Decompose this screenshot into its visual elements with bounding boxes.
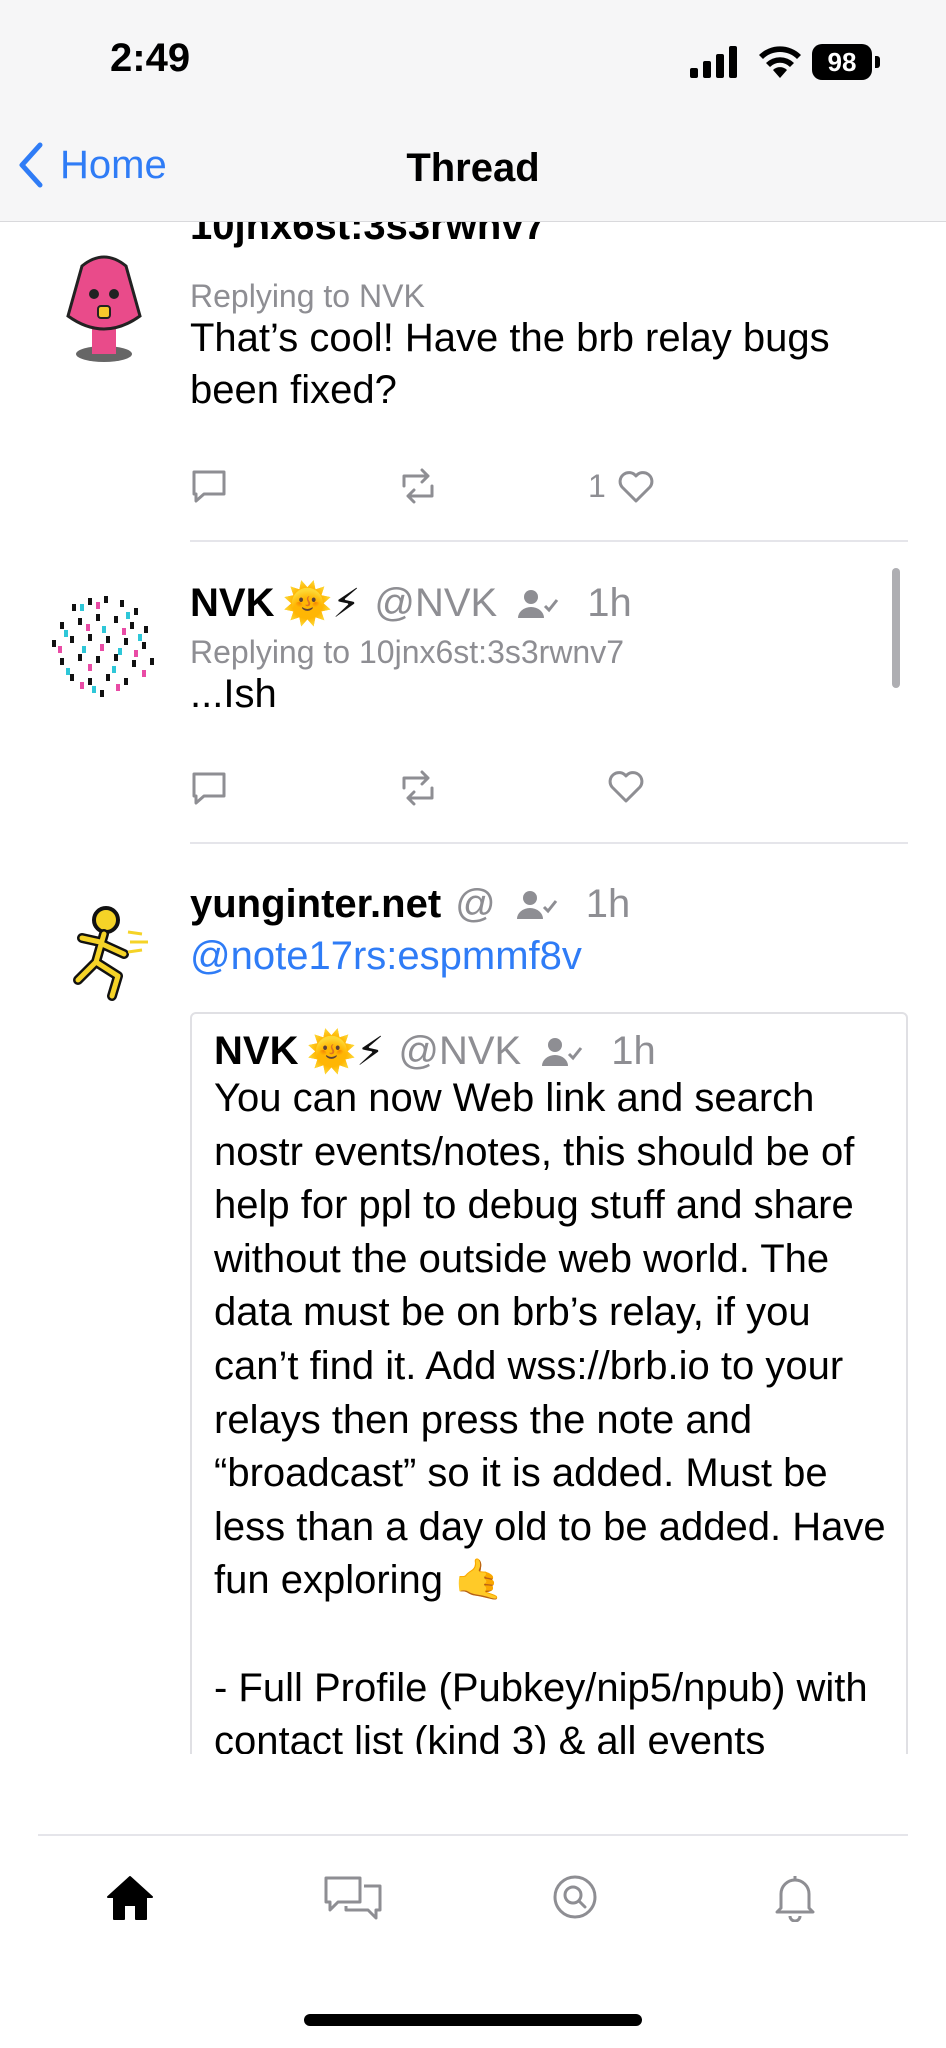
quoted-author-emojis: 🌞⚡: [306, 1030, 385, 1074]
home-icon: [107, 1876, 153, 1920]
quoted-post-age: 1h: [611, 1029, 656, 1073]
note-mention-link[interactable]: @note17rs:espmmf8v: [190, 934, 582, 979]
author-emojis: 🌞⚡: [282, 582, 361, 626]
quoted-note-text: You can now Web link and search nostr ev…: [214, 1076, 886, 1754]
tab-search[interactable]: [540, 1862, 610, 1932]
notifications-icon: [775, 1876, 815, 1922]
quoted-author-name[interactable]: NVK: [214, 1029, 298, 1074]
home-indicator[interactable]: [304, 2014, 642, 2026]
author-name[interactable]: NVK: [190, 581, 274, 626]
author-name[interactable]: yunginter.net: [190, 882, 441, 927]
reply-button[interactable]: [190, 770, 228, 806]
status-time: 2:49: [110, 36, 191, 80]
messages-icon: [324, 1876, 382, 1920]
follows-you-icon: [518, 589, 559, 618]
thread-list[interactable]: 10jnx6st:3s3rwnv7 Replying to NVK That’s…: [0, 222, 946, 1754]
reply-button[interactable]: [190, 468, 228, 504]
quoted-note[interactable]: NVK 🌞⚡ @NVK 1h You can now Web link and …: [190, 1012, 908, 1754]
divider: [190, 540, 908, 542]
author-handle[interactable]: @NVK: [374, 581, 497, 626]
post-age: 1h: [585, 882, 631, 926]
divider: [190, 842, 908, 844]
repost-button[interactable]: [398, 770, 438, 806]
post-header: 10jnx6st:3s3rwnv7: [190, 222, 546, 249]
tab-messages[interactable]: [318, 1862, 388, 1932]
post-text: ...Ish: [190, 672, 277, 716]
follows-you-icon: [542, 1037, 583, 1066]
wifi-icon: [759, 46, 801, 78]
post-actions: [190, 770, 910, 814]
reply-icon: [192, 470, 226, 503]
quoted-note-header: NVK 🌞⚡ @NVK 1h: [214, 1028, 656, 1075]
reply-icon: [192, 772, 226, 805]
page-title: Thread: [406, 146, 540, 190]
scroll-indicator[interactable]: [892, 568, 900, 688]
post-age: 1h: [587, 581, 632, 625]
cellular-signal-icon: [690, 46, 737, 78]
avatar[interactable]: [42, 246, 166, 370]
repost-icon: [402, 770, 434, 806]
author-name[interactable]: 10jnx6st:3s3rwnv7: [190, 222, 546, 249]
repost-button[interactable]: [398, 468, 438, 504]
like-button[interactable]: 1: [588, 468, 654, 505]
author-handle[interactable]: @: [455, 882, 496, 927]
heart-icon: [608, 771, 644, 803]
post-header: NVK 🌞⚡ @NVK 1h: [190, 580, 632, 627]
battery-icon: 98: [812, 44, 880, 80]
avatar[interactable]: [42, 884, 166, 1008]
follows-you-icon: [516, 890, 557, 919]
tab-home[interactable]: [95, 1862, 165, 1932]
battery-level: 98: [812, 44, 872, 80]
tab-bar-divider: [38, 1834, 908, 1836]
post-header: yunginter.net @ 1h: [190, 882, 630, 927]
repost-icon: [402, 468, 434, 504]
replying-to[interactable]: Replying to NVK: [190, 278, 425, 315]
avatar-image: [43, 583, 165, 705]
search-icon: [553, 1875, 597, 1919]
replying-to[interactable]: Replying to 10jnx6st:3s3rwnv7: [190, 634, 624, 671]
avatar-image: [66, 255, 142, 362]
quoted-author-handle[interactable]: @NVK: [398, 1029, 521, 1074]
like-button[interactable]: [608, 770, 644, 804]
heart-icon: [618, 470, 654, 502]
post-text: That’s cool! Have the brb relay bugs bee…: [190, 316, 830, 412]
avatar[interactable]: [42, 582, 166, 706]
post-actions: 1: [190, 468, 910, 512]
avatar-image: [73, 906, 148, 1001]
like-count: 1: [588, 468, 606, 504]
tab-notifications[interactable]: [760, 1862, 830, 1932]
